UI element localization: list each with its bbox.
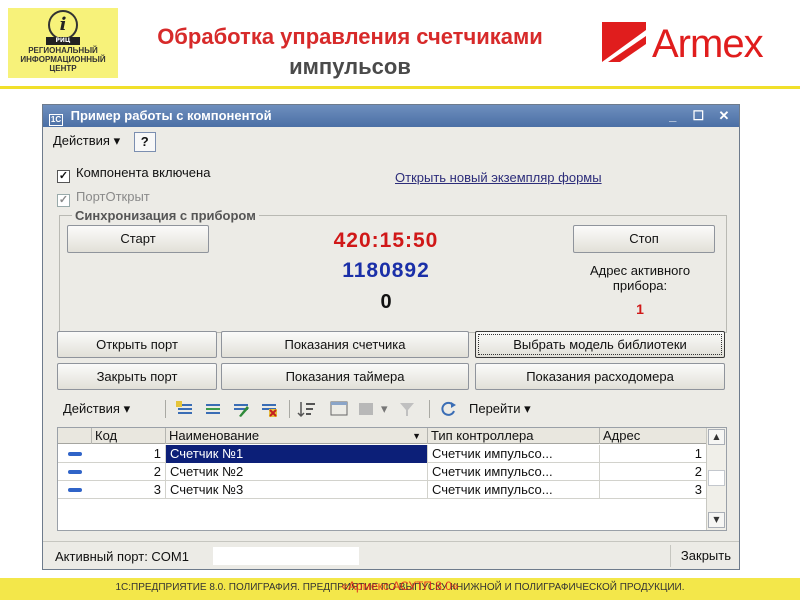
copy-row-icon[interactable]	[203, 400, 223, 418]
scroll-up-icon[interactable]: ▲	[708, 429, 725, 445]
delete-row-icon[interactable]	[259, 400, 279, 418]
slide-title-line2: импульсов	[289, 54, 411, 79]
armex-mark-icon	[602, 22, 646, 62]
status-bar: Активный порт: COM1 Закрыть	[43, 541, 739, 569]
active-device-label: Адрес активного прибора:	[589, 263, 691, 293]
close-port-button[interactable]: Закрыть порт	[57, 363, 217, 390]
add-row-icon[interactable]	[175, 400, 195, 418]
active-device-value: 1	[636, 301, 644, 317]
column-header-code[interactable]: Код	[92, 428, 166, 444]
sort-down-icon: ▼	[412, 431, 421, 441]
window-controls: _ ☐ ✕	[662, 105, 735, 127]
group-icon[interactable]	[357, 400, 377, 418]
column-header-controller-type[interactable]: Тип контроллера	[428, 428, 600, 444]
ric-emblem-icon: i РИЦ	[46, 10, 80, 45]
port-open-label: ПортОткрыт	[76, 189, 150, 204]
column-header-address[interactable]: Адрес	[600, 428, 706, 444]
choose-library-model-button[interactable]: Выбрать модель библиотеки	[475, 331, 725, 358]
window-titlebar: 1С Пример работы с компонентой _ ☐ ✕	[43, 105, 739, 127]
app-icon: 1С	[49, 114, 63, 126]
chevron-down-icon: ▾	[113, 133, 121, 148]
chevron-down-icon: ▾	[524, 401, 531, 416]
zero-readout: 0	[380, 291, 392, 313]
logo-caption: РЕГИОНАЛЬНЫЙ ИНФОРМАЦИОННЫЙ ЦЕНТР	[20, 46, 106, 73]
controllers-table: Код Наименование ▼ Тип контроллера Адрес…	[57, 427, 727, 531]
table-row[interactable]: 1 Счетчик №1 Счетчик импульсо... 1	[58, 445, 706, 463]
close-window-button[interactable]: ✕	[713, 105, 735, 127]
brand-name: Armex	[652, 22, 764, 66]
port-open-checkbox-row: ✓ ПортОткрыт	[57, 189, 150, 207]
refresh-icon[interactable]	[439, 400, 459, 418]
scroll-down-icon[interactable]: ▼	[708, 512, 725, 528]
table-row[interactable]: 2 Счетчик №2 Счетчик импульсо... 2	[58, 463, 706, 481]
slide-footer: 1С:ПРЕДПРИЯТИЕ 8.0. ПОЛИГРАФИЯ. ПРЕДПРИЯ…	[0, 578, 800, 600]
maximize-button[interactable]: ☐	[687, 105, 709, 127]
help-button[interactable]: ?	[133, 131, 156, 152]
chevron-down-icon: ▾	[123, 401, 131, 416]
table-actions-menu[interactable]: Действия ▾	[63, 399, 130, 419]
element-icon	[68, 452, 82, 456]
minimize-button[interactable]: _	[662, 105, 684, 127]
edit-row-icon[interactable]	[231, 400, 251, 418]
port-open-checkbox: ✓	[57, 194, 70, 207]
hierarchy-icon[interactable]	[329, 400, 349, 418]
flowmeter-readings-button[interactable]: Показания расходомера	[475, 363, 725, 390]
table-header: Код Наименование ▼ Тип контроллера Адрес	[58, 428, 706, 444]
status-field	[213, 547, 359, 565]
group-dropdown-icon[interactable]: ▾	[381, 399, 388, 419]
ric-logo: i РИЦ РЕГИОНАЛЬНЫЙ ИНФОРМАЦИОННЫЙ ЦЕНТР	[8, 8, 118, 78]
table-toolbar: Действия ▾ ▾ Перейти ▾	[57, 397, 733, 421]
component-enabled-checkbox-row[interactable]: ✓ Компонента включена	[57, 165, 210, 183]
stop-button[interactable]: Стоп	[573, 225, 715, 253]
filter-icon[interactable]	[397, 400, 417, 418]
form-toolbar: Действия ▾ ?	[43, 127, 739, 155]
element-icon	[68, 488, 82, 492]
actions-menu[interactable]: Действия ▾	[49, 131, 124, 151]
component-enabled-label: Компонента включена	[76, 165, 211, 180]
component-example-window: 1С Пример работы с компонентой _ ☐ ✕ Дей…	[42, 104, 740, 570]
table-scrollbar[interactable]: ▲ ▼	[706, 428, 726, 530]
counter-readout: 1180892	[342, 259, 430, 282]
counter-readings-button[interactable]: Показания счетчика	[221, 331, 469, 358]
logo-abbr: РИЦ	[46, 37, 80, 45]
slide-title: Обработка управления счетчиками импульсо…	[110, 22, 590, 82]
column-header-name[interactable]: Наименование ▼	[166, 428, 428, 444]
slide-header: i РИЦ РЕГИОНАЛЬНЫЙ ИНФОРМАЦИОННЫЙ ЦЕНТР …	[0, 0, 800, 82]
header-divider	[0, 86, 800, 89]
timer-readout: 420:15:50	[333, 229, 439, 252]
start-button[interactable]: Старт	[67, 225, 209, 253]
table-row[interactable]: 3 Счетчик №3 Счетчик импульсо... 3	[58, 481, 706, 499]
component-enabled-checkbox[interactable]: ✓	[57, 170, 70, 183]
sort-icon[interactable]	[297, 400, 317, 418]
goto-menu[interactable]: Перейти ▾	[469, 399, 531, 419]
open-new-form-link[interactable]: Открыть новый экземпляр формы	[395, 170, 602, 185]
armex-logo: Armex	[602, 18, 792, 70]
sync-group-title: Синхронизация с прибором	[72, 208, 259, 223]
scroll-thumb[interactable]	[708, 470, 725, 486]
window-title: Пример работы с компонентой	[70, 108, 272, 123]
open-port-button[interactable]: Открыть порт	[57, 331, 217, 358]
timer-readings-button[interactable]: Показания таймера	[221, 363, 469, 390]
slide-title-line1: Обработка управления счетчиками	[157, 24, 543, 49]
footer-overlay-text: «Армекс:АСУТП 8.0»	[341, 579, 459, 593]
close-button[interactable]: Закрыть	[669, 545, 731, 567]
element-icon	[68, 470, 82, 474]
active-port-label: Активный порт: COM1	[55, 549, 189, 564]
row-marker-header	[58, 428, 92, 444]
